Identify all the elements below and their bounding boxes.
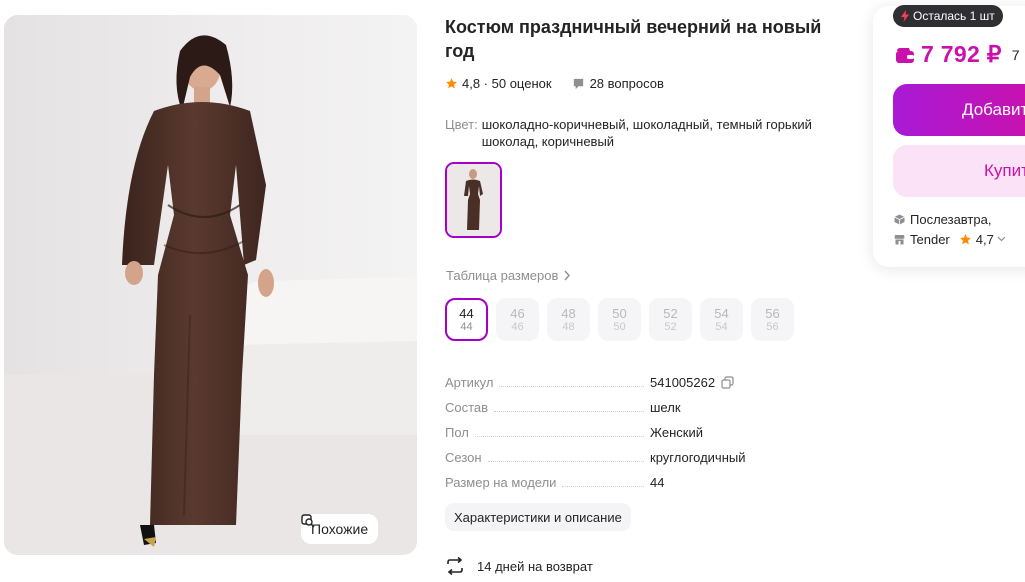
return-policy-row: 14 дней на возврат xyxy=(445,556,593,576)
size-table-label: Таблица размеров xyxy=(446,268,559,283)
size-main: 52 xyxy=(663,305,678,321)
product-title: Костюм праздничный вечерний на новый год xyxy=(445,17,822,61)
wallet-icon xyxy=(896,47,914,63)
size-option-46[interactable]: 46 46 xyxy=(496,298,539,341)
size-option-52[interactable]: 52 52 xyxy=(649,298,692,341)
color-thumbnail-image xyxy=(447,164,500,236)
similar-label: Похожие xyxy=(311,521,369,537)
spec-value-article: 541005262 xyxy=(650,375,716,390)
stock-badge-text: Осталась 1 шт xyxy=(913,9,995,23)
price-row: 7 792 ₽ 7 xyxy=(895,41,1019,68)
add-to-cart-button[interactable]: Добавить xyxy=(893,84,1025,136)
buy-now-button[interactable]: Купить xyxy=(893,145,1025,197)
size-option-56[interactable]: 56 56 xyxy=(751,298,794,341)
spec-row-gender: Пол Женский xyxy=(445,420,755,445)
spec-value: 44 xyxy=(650,475,665,490)
specs-table: Артикул 541005262 Состав шелк Пол Женски… xyxy=(445,370,755,495)
return-arrows-icon xyxy=(447,557,463,575)
size-sub: 54 xyxy=(715,320,728,333)
stock-badge: Осталась 1 шт xyxy=(893,5,1003,27)
spec-leader xyxy=(494,411,644,412)
spec-row-season: Сезон круглогодичный xyxy=(445,445,755,470)
color-row: Цвет: шоколадно-коричневый, шоколадный, … xyxy=(445,116,835,150)
characteristics-button[interactable]: Характеристики и описание xyxy=(445,503,631,531)
old-price: 7 xyxy=(1011,46,1020,63)
spec-value: Женский xyxy=(650,425,703,440)
size-sub: 52 xyxy=(664,320,677,333)
size-option-48[interactable]: 48 48 xyxy=(547,298,590,341)
star-icon xyxy=(959,233,971,244)
box-icon xyxy=(894,214,905,224)
shop-icon xyxy=(894,234,905,244)
spec-value: круглогодичный xyxy=(650,450,746,465)
rating-row: 4,8 · 50 оценок 28 вопросов xyxy=(445,73,664,93)
questions-link[interactable]: 28 вопросов xyxy=(590,76,664,91)
size-option-54[interactable]: 54 54 xyxy=(700,298,743,341)
star-icon xyxy=(446,77,457,88)
seller-row[interactable]: Tender 4,7 xyxy=(894,230,1006,248)
chevron-down-icon[interactable] xyxy=(997,236,1006,242)
rating-text[interactable]: 4,8 · 50 оценок xyxy=(462,76,552,91)
price: 7 792 ₽ xyxy=(921,41,1002,67)
color-value: шоколадно-коричневый, шоколадный, темный… xyxy=(481,117,812,149)
spec-value: шелк xyxy=(650,400,681,415)
size-sub: 46 xyxy=(511,320,524,333)
size-sub: 48 xyxy=(562,320,575,333)
lightning-icon xyxy=(901,10,909,22)
size-table-link[interactable]: Таблица размеров xyxy=(446,268,571,283)
question-bubble-icon xyxy=(573,78,583,89)
copy-icon[interactable] xyxy=(721,376,734,389)
size-sub: 44 xyxy=(460,320,473,333)
size-sub: 56 xyxy=(766,320,779,333)
spec-leader xyxy=(474,436,644,437)
size-selector: 44 44 46 46 48 48 50 50 52 52 54 54 56 5… xyxy=(445,298,794,341)
spec-key: Состав xyxy=(445,400,489,415)
seller-rating: 4,7 xyxy=(975,231,994,247)
size-main: 54 xyxy=(714,305,729,321)
size-option-50[interactable]: 50 50 xyxy=(598,298,641,341)
spec-row-model-size: Размер на модели 44 xyxy=(445,470,755,495)
size-main: 56 xyxy=(765,305,780,321)
size-main: 48 xyxy=(561,305,576,321)
delivery-row: Послезавтра, xyxy=(894,211,991,227)
return-policy-text: 14 дней на возврат xyxy=(477,558,593,574)
product-photo[interactable]: Похожие xyxy=(4,15,417,555)
chevron-right-icon xyxy=(564,270,571,281)
spec-row-composition: Состав шелк xyxy=(445,395,755,420)
spec-row-article: Артикул 541005262 xyxy=(445,370,755,395)
spec-leader xyxy=(487,461,644,462)
similar-button[interactable]: Похожие xyxy=(301,514,379,544)
spec-leader xyxy=(499,386,644,387)
size-main: 50 xyxy=(612,305,627,321)
spec-key: Размер на модели xyxy=(445,475,557,490)
delivery-text: Послезавтра, xyxy=(910,211,992,227)
size-main: 46 xyxy=(510,305,525,321)
product-image xyxy=(4,15,417,555)
color-thumbnail[interactable] xyxy=(445,162,502,238)
similar-search-icon xyxy=(301,514,315,528)
spec-key: Пол xyxy=(445,425,469,440)
seller-name[interactable]: Tender xyxy=(910,232,950,247)
spec-key: Артикул xyxy=(445,375,494,390)
spec-key: Сезон xyxy=(445,450,482,465)
color-label: Цвет: xyxy=(445,117,478,132)
size-sub: 50 xyxy=(613,320,626,333)
size-option-44[interactable]: 44 44 xyxy=(445,298,488,341)
spec-leader xyxy=(562,486,644,487)
size-main: 44 xyxy=(459,305,474,321)
